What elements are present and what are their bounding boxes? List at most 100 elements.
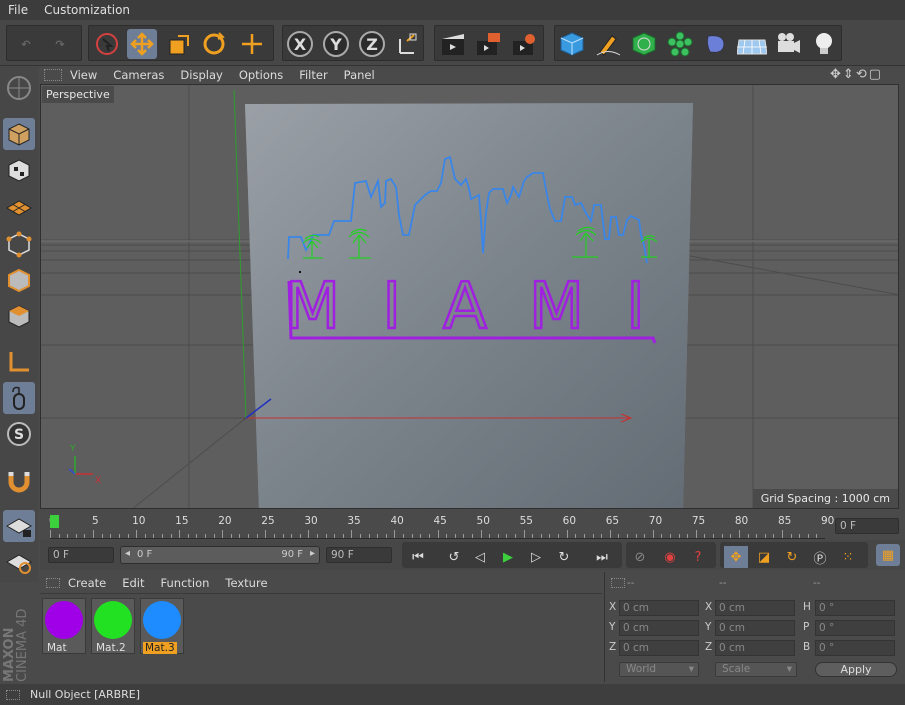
coord-panel-grip-icon[interactable] — [611, 578, 625, 588]
time-range-slider[interactable]: ◂ 0 F 90 F ▸ — [120, 546, 320, 564]
timeline-tick-mark — [790, 534, 792, 538]
previous-frame-icon[interactable]: ◁ — [468, 546, 492, 568]
material-swatch-selected[interactable]: Mat.3 — [140, 598, 184, 654]
material-swatch[interactable]: Mat — [42, 598, 86, 654]
record-scale-icon[interactable]: ◪ — [752, 546, 776, 568]
position-y-field[interactable]: 0 cm — [619, 620, 699, 636]
snap-icon[interactable] — [3, 464, 35, 496]
subdivision-surface-icon[interactable] — [629, 29, 659, 59]
live-selection-icon[interactable] — [92, 29, 122, 59]
playhead-marker[interactable] — [50, 515, 59, 528]
viewport-menu-options[interactable]: Options — [231, 68, 291, 82]
move-tool-icon[interactable] — [127, 29, 157, 59]
previous-key-icon[interactable]: ↺ — [442, 546, 466, 568]
scheme-timeline-icon[interactable]: ▦ — [876, 544, 900, 566]
rotation-b-field[interactable]: 0 ° — [815, 640, 895, 656]
viewport-menu-display[interactable]: Display — [172, 68, 230, 82]
x-axis-lock-icon[interactable]: X — [285, 29, 315, 59]
edges-mode-icon[interactable] — [3, 264, 35, 296]
rotate-tool-icon[interactable] — [199, 29, 229, 59]
timeline-tick-mark — [282, 534, 284, 538]
render-picture-viewer-icon[interactable] — [473, 29, 503, 59]
timeline-tick-mark — [196, 534, 198, 538]
material-menu-edit[interactable]: Edit — [114, 576, 152, 590]
material-menu-function[interactable]: Function — [153, 576, 218, 590]
next-key-icon[interactable]: ↻ — [552, 546, 576, 568]
viewport-menu-filter[interactable]: Filter — [291, 68, 335, 82]
material-menu-create[interactable]: Create — [60, 576, 114, 590]
next-frame-icon[interactable]: ▷ — [524, 546, 548, 568]
play-forward-icon[interactable]: ▶ — [496, 546, 520, 568]
deformer-icon[interactable] — [701, 29, 731, 59]
viewport-navigation-icon[interactable]: ✥⇕⟲▢ — [830, 67, 883, 82]
size-y-field[interactable]: 0 cm — [715, 620, 795, 636]
viewport-menu-cameras[interactable]: Cameras — [105, 68, 172, 82]
polygons-mode-icon[interactable] — [3, 300, 35, 332]
render-settings-icon[interactable] — [509, 29, 539, 59]
floor-environment-icon[interactable] — [737, 29, 767, 59]
record-position-icon[interactable]: ✥ — [724, 546, 748, 568]
coord-header-rotation: -- — [813, 577, 821, 589]
panel-grip-icon[interactable] — [44, 69, 62, 81]
autokeying-icon[interactable]: ◉ — [658, 546, 682, 568]
solo-mode-icon[interactable]: S — [3, 418, 35, 450]
record-point-level-icon[interactable]: ⁙ — [836, 546, 860, 568]
viewport-menu-panel[interactable]: Panel — [336, 68, 383, 82]
keyframe-selection-icon[interactable]: ? — [686, 546, 710, 568]
apply-button[interactable]: Apply — [815, 662, 897, 677]
material-panel-grip-icon[interactable] — [46, 577, 60, 588]
cube-object-icon[interactable] — [557, 29, 587, 59]
light-icon[interactable] — [809, 29, 839, 59]
range-right-arrow-icon[interactable]: ▸ — [310, 548, 315, 559]
timeline-ticks: 051015202530354045505560657075808590 — [49, 513, 834, 539]
workplane-align-icon[interactable] — [3, 546, 35, 578]
position-x-field[interactable]: 0 cm — [619, 600, 699, 616]
timeline-ruler[interactable]: 051015202530354045505560657075808590 0 F — [40, 510, 905, 540]
size-x-field[interactable]: 0 cm — [715, 600, 795, 616]
timeline-tick-mark — [342, 534, 344, 538]
enable-axis-icon[interactable] — [3, 346, 35, 378]
transform-tool-icon[interactable] — [237, 29, 267, 59]
min-time-field[interactable]: 0 F — [48, 547, 114, 563]
go-to-start-icon[interactable]: ⏮ — [406, 546, 430, 568]
coordinate-space-select[interactable]: World ▾ — [619, 662, 699, 677]
menu-file[interactable]: File — [0, 3, 36, 17]
y-axis-lock-icon[interactable]: Y — [321, 29, 351, 59]
texture-mode-icon[interactable] — [3, 154, 35, 186]
menu-customization[interactable]: Customization — [36, 3, 138, 17]
camera-icon[interactable] — [773, 29, 803, 59]
coord-label-y: Y — [609, 621, 616, 633]
z-axis-lock-icon[interactable]: Z — [357, 29, 387, 59]
points-mode-icon[interactable] — [3, 228, 35, 260]
rotation-h-field[interactable]: 0 ° — [815, 600, 895, 616]
model-mode-icon[interactable] — [3, 118, 35, 150]
scale-tool-icon[interactable] — [163, 29, 193, 59]
material-swatch[interactable]: Mat.2 — [91, 598, 135, 654]
record-rotation-icon[interactable]: ↻ — [780, 546, 804, 568]
record-parameter-icon[interactable]: Ⓟ — [808, 546, 832, 568]
size-mode-select[interactable]: Scale ▾ — [715, 662, 797, 677]
workplane-mode-icon[interactable] — [3, 190, 35, 222]
go-to-end-icon[interactable]: ⏭ — [590, 546, 614, 568]
size-z-field[interactable]: 0 cm — [715, 640, 795, 656]
coordinate-system-icon[interactable] — [393, 29, 423, 59]
current-frame-field[interactable]: 0 F — [835, 518, 899, 534]
cloner-icon[interactable] — [665, 29, 695, 59]
workplane-lock-icon[interactable] — [3, 510, 35, 542]
make-editable-icon[interactable] — [3, 72, 35, 104]
timeline-tick-mark — [256, 534, 258, 538]
max-time-field[interactable]: 90 F — [326, 547, 392, 563]
perspective-viewport[interactable]: MIAMI Perspective X Y Grid Spacing : 100… — [40, 84, 899, 509]
position-z-field[interactable]: 0 cm — [619, 640, 699, 656]
pen-spline-icon[interactable] — [593, 29, 623, 59]
tweak-mode-icon[interactable] — [3, 382, 35, 414]
undo-icon[interactable]: ↶ — [11, 29, 41, 59]
rotation-p-field[interactable]: 0 ° — [815, 620, 895, 636]
record-active-objects-icon[interactable]: ⊘ — [628, 546, 652, 568]
viewport-menu-view[interactable]: View — [62, 68, 105, 82]
material-menu-texture[interactable]: Texture — [217, 576, 275, 590]
redo-icon[interactable]: ↷ — [45, 29, 75, 59]
range-left-arrow-icon[interactable]: ◂ — [125, 548, 130, 559]
coord-label-size-x: X — [705, 601, 713, 613]
render-view-icon[interactable] — [438, 29, 468, 59]
